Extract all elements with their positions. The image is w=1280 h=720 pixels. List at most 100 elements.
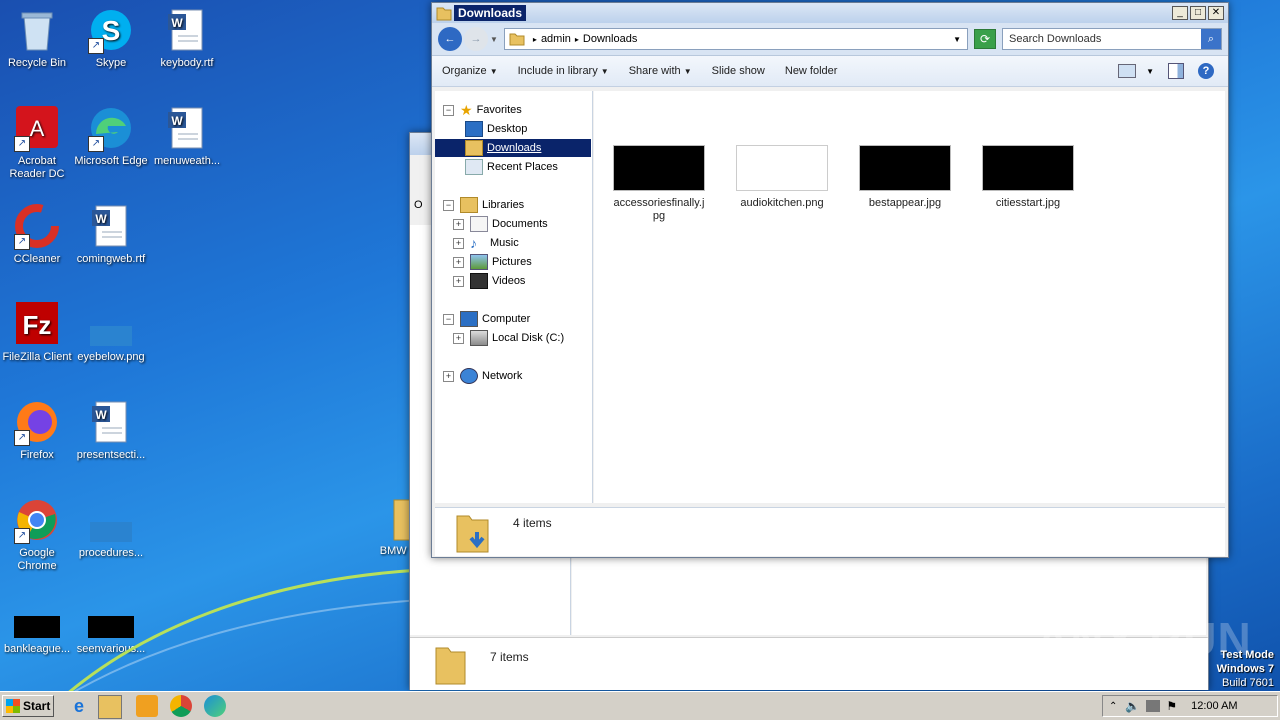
file-item[interactable]: audiokitchen.png xyxy=(732,145,832,210)
chrome-icon[interactable] xyxy=(170,695,192,717)
windows-logo-icon xyxy=(6,699,20,713)
filezilla-icon: Fz xyxy=(14,302,60,348)
network-status-icon[interactable] xyxy=(1146,700,1161,712)
shortcut-arrow-icon: ↗ xyxy=(14,528,30,544)
desktop-icon-edge[interactable]: ↗ Microsoft Edge xyxy=(74,106,148,168)
desktop-icon-label: Firefox xyxy=(20,449,54,461)
action-center-icon[interactable]: ⚑ xyxy=(1166,699,1177,713)
new-folder-button[interactable]: New folder xyxy=(775,65,848,77)
file-explorer-icon[interactable] xyxy=(98,695,122,719)
svg-text:Fz: Fz xyxy=(23,310,52,340)
item-count: 4 items xyxy=(513,516,552,530)
downloads-folder-icon xyxy=(465,140,483,156)
tree-item-documents[interactable]: + Documents xyxy=(453,215,548,233)
desktop-icon-acrobat[interactable]: A ↗ Acrobat Reader DC xyxy=(0,106,74,181)
desktop-icon-keybody[interactable]: W keybody.rtf xyxy=(150,8,224,70)
svg-text:S: S xyxy=(102,15,121,46)
show-hidden-icons-icon[interactable]: ⌃ xyxy=(1109,701,1117,712)
documents-icon xyxy=(470,216,488,232)
history-dropdown-icon[interactable]: ▼ xyxy=(490,35,498,44)
desktop-icon-presentsecti[interactable]: W presentsecti... xyxy=(74,400,148,462)
image-thumbnail xyxy=(736,145,828,191)
file-name: audiokitchen.png xyxy=(740,197,824,209)
desktop-icon-recycle-bin[interactable]: Recycle Bin xyxy=(0,8,74,70)
clock[interactable]: 12:00 AM xyxy=(1191,700,1237,712)
tree-item-pictures[interactable]: + Pictures xyxy=(453,253,532,271)
include-in-library-button[interactable]: Include in library ▼ xyxy=(508,65,619,77)
maximize-button[interactable]: □ xyxy=(1190,6,1206,20)
minimize-button[interactable]: _ xyxy=(1172,6,1188,20)
taskbar: Start e ⌃ 🔈 ⚑ 12:00 AM xyxy=(0,691,1280,720)
folder-icon xyxy=(509,33,525,46)
tree-item-videos[interactable]: + Videos xyxy=(453,272,525,290)
desktop-icon-ccleaner[interactable]: ↗ CCleaner xyxy=(0,204,74,266)
tree-item-local-disk[interactable]: + Local Disk (C:) xyxy=(453,329,564,347)
edge-icon[interactable] xyxy=(204,695,226,717)
expand-icon[interactable]: + xyxy=(453,237,464,249)
desktop-icon-label: comingweb.rtf xyxy=(76,253,146,265)
desktop-icon-firefox[interactable]: ↗ Firefox xyxy=(0,400,74,462)
file-item[interactable]: accessoriesfinally.jpg xyxy=(609,145,709,223)
expand-icon[interactable]: + xyxy=(443,370,454,382)
image-icon xyxy=(88,302,134,348)
close-button[interactable]: ✕ xyxy=(1208,6,1224,20)
desktop-icon-label: Skype xyxy=(95,57,127,69)
change-view-icon[interactable] xyxy=(1118,64,1137,78)
expand-icon[interactable]: + xyxy=(453,256,464,268)
media-player-icon[interactable] xyxy=(136,695,158,717)
edge-icon: ↗ xyxy=(88,106,134,152)
image-icon xyxy=(14,614,60,640)
collapse-icon[interactable]: − xyxy=(443,104,454,116)
file-list-pane[interactable]: accessoriesfinally.jpg audiokitchen.png … xyxy=(594,91,1225,503)
search-input[interactable]: Search Downloads xyxy=(1003,33,1201,45)
file-item[interactable]: citiesstart.jpg xyxy=(978,145,1078,210)
window-titlebar[interactable]: Downloads _ □ ✕ xyxy=(432,3,1228,23)
svg-text:W: W xyxy=(171,16,183,30)
desktop-icon-menuweath[interactable]: W menuweath... xyxy=(150,106,224,168)
view-dropdown-icon[interactable]: ▼ xyxy=(1146,67,1154,76)
breadcrumb[interactable]: ▸ admin ▸ Downloads ▼ xyxy=(503,28,968,50)
expand-icon[interactable]: + xyxy=(453,218,464,230)
network-icon xyxy=(460,368,478,384)
file-item[interactable]: bestappear.jpg xyxy=(855,145,955,210)
desktop-icon-comingweb[interactable]: W comingweb.rtf xyxy=(74,204,148,266)
breadcrumb-item-admin[interactable]: admin xyxy=(541,33,571,45)
back-button[interactable]: ← xyxy=(438,27,462,51)
volume-icon[interactable]: 🔈 xyxy=(1125,699,1140,713)
forward-button[interactable]: → xyxy=(464,27,488,51)
chevron-right-icon[interactable]: ▸ xyxy=(575,35,579,44)
downloads-explorer-window[interactable]: Downloads _ □ ✕ ← → ▼ ▸ admin ▸ Download… xyxy=(431,2,1229,558)
tree-libraries[interactable]: − Libraries xyxy=(443,196,524,214)
breadcrumb-item-downloads[interactable]: Downloads xyxy=(583,33,637,45)
file-name: accessoriesfinally.jpg xyxy=(613,197,705,222)
tree-item-music[interactable]: + ♪ Music xyxy=(453,234,519,252)
tree-network[interactable]: + Network xyxy=(443,367,522,385)
search-field[interactable]: Search Downloads ⌕ xyxy=(1002,28,1222,50)
tree-item-recent-places[interactable]: Recent Places xyxy=(465,158,558,176)
collapse-icon[interactable]: − xyxy=(443,313,454,325)
refresh-button[interactable]: ⟳ xyxy=(974,29,996,49)
expand-icon[interactable]: + xyxy=(453,332,464,344)
tree-item-desktop[interactable]: Desktop xyxy=(465,120,527,138)
expand-icon[interactable]: + xyxy=(453,275,464,287)
tree-computer[interactable]: − Computer xyxy=(443,310,530,328)
address-dropdown-icon[interactable]: ▼ xyxy=(953,35,961,44)
search-icon[interactable]: ⌕ xyxy=(1201,29,1221,49)
back-window-toolbar: O xyxy=(414,199,423,211)
desktop-icon-label: Acrobat Reader DC xyxy=(9,155,65,180)
slide-show-button[interactable]: Slide show xyxy=(702,65,775,77)
desktop-icon-skype[interactable]: S ↗ Skype xyxy=(74,8,148,70)
navigation-pane: − ★ Favorites Desktop Downloads Recent P… xyxy=(435,91,593,503)
tree-favorites[interactable]: − ★ Favorites xyxy=(443,101,522,119)
preview-pane-icon[interactable] xyxy=(1168,63,1184,79)
organize-button[interactable]: Organize ▼ xyxy=(432,65,508,77)
desktop-icon-filezilla[interactable]: Fz FileZilla Client xyxy=(0,302,74,364)
share-with-button[interactable]: Share with ▼ xyxy=(619,65,702,77)
help-icon[interactable]: ? xyxy=(1198,63,1214,79)
start-button[interactable]: Start xyxy=(2,695,54,717)
desktop-icon-eyebelow[interactable]: eyebelow.png xyxy=(74,302,148,364)
tree-item-downloads[interactable]: Downloads xyxy=(435,139,591,157)
internet-explorer-icon[interactable]: e xyxy=(68,695,90,717)
desktop-icon-label: CCleaner xyxy=(13,253,61,265)
collapse-icon[interactable]: − xyxy=(443,199,454,211)
